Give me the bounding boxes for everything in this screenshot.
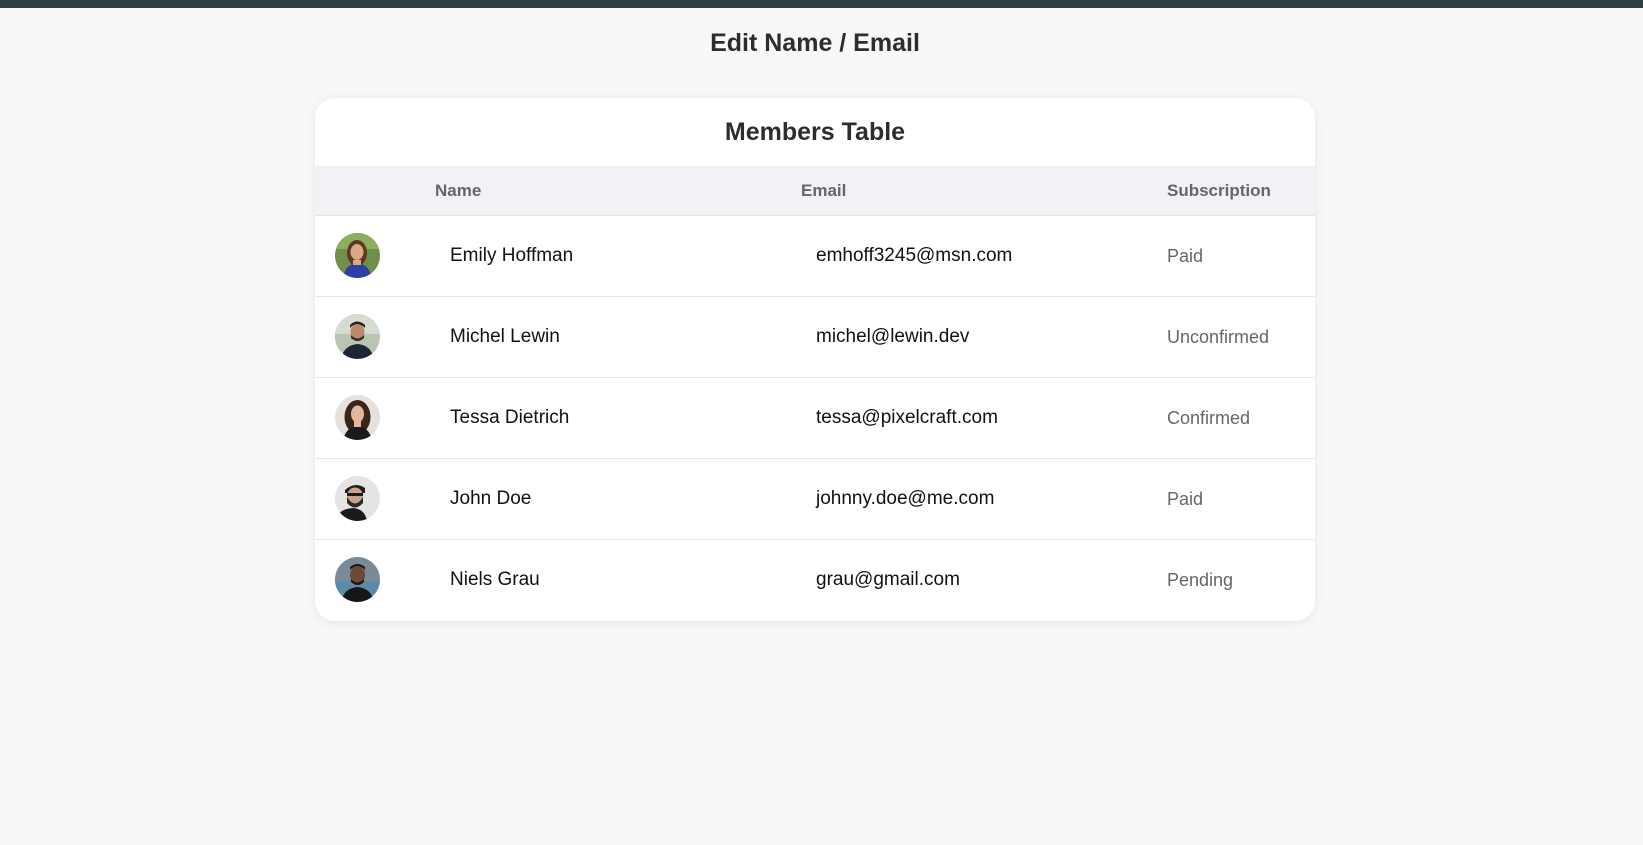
avatar-photo-tessa-icon	[335, 395, 380, 440]
member-name[interactable]: Michel Lewin	[450, 326, 560, 348]
avatar	[335, 476, 380, 521]
member-name[interactable]: John Doe	[450, 488, 531, 510]
subscription-status: Paid	[1167, 489, 1204, 509]
subscription-status: Unconfirmed	[1167, 327, 1270, 347]
card-title: Members Table	[724, 118, 906, 146]
avatar	[335, 233, 380, 278]
column-header-email[interactable]: Email	[801, 181, 846, 201]
member-email[interactable]: johnny.doe@me.com	[816, 488, 994, 510]
members-card: Members Table Name Email Subscription Em…	[315, 98, 1315, 621]
table-row[interactable]: Niels Grau grau@gmail.com Pending	[315, 540, 1315, 620]
column-header-name[interactable]: Name	[435, 181, 481, 201]
member-email[interactable]: grau@gmail.com	[816, 569, 960, 591]
member-name[interactable]: Emily Hoffman	[450, 245, 573, 267]
avatar-photo-john-icon	[335, 476, 380, 521]
table-row[interactable]: Tessa Dietrich tessa@pixelcraft.com Conf…	[315, 378, 1315, 459]
avatar-photo-niels-icon	[335, 557, 380, 602]
table-body: Emily Hoffman emhoff3245@msn.com Paid Mi…	[315, 216, 1315, 620]
table-row[interactable]: Michel Lewin michel@lewin.dev Unconfirme…	[315, 297, 1315, 378]
avatar	[335, 314, 380, 359]
avatar-photo-emily-icon	[335, 233, 380, 278]
member-name[interactable]: Niels Grau	[450, 569, 540, 591]
avatar	[335, 395, 380, 440]
top-bar	[0, 0, 1643, 8]
table-row[interactable]: John Doe johnny.doe@me.com Paid	[315, 459, 1315, 540]
avatar-photo-michel-icon	[335, 314, 380, 359]
member-email[interactable]: tessa@pixelcraft.com	[816, 407, 998, 429]
page-title: Edit Name / Email	[710, 29, 920, 57]
member-email[interactable]: michel@lewin.dev	[816, 326, 969, 348]
table-row[interactable]: Emily Hoffman emhoff3245@msn.com Paid	[315, 216, 1315, 297]
member-email[interactable]: emhoff3245@msn.com	[816, 245, 1012, 267]
subscription-status: Confirmed	[1167, 408, 1251, 428]
member-name[interactable]: Tessa Dietrich	[450, 407, 569, 429]
subscription-status: Paid	[1167, 246, 1204, 266]
column-header-subscription[interactable]: Subscription	[1167, 181, 1271, 201]
avatar	[335, 557, 380, 602]
table-header: Name Email Subscription	[315, 166, 1315, 216]
subscription-status: Pending	[1167, 570, 1234, 590]
